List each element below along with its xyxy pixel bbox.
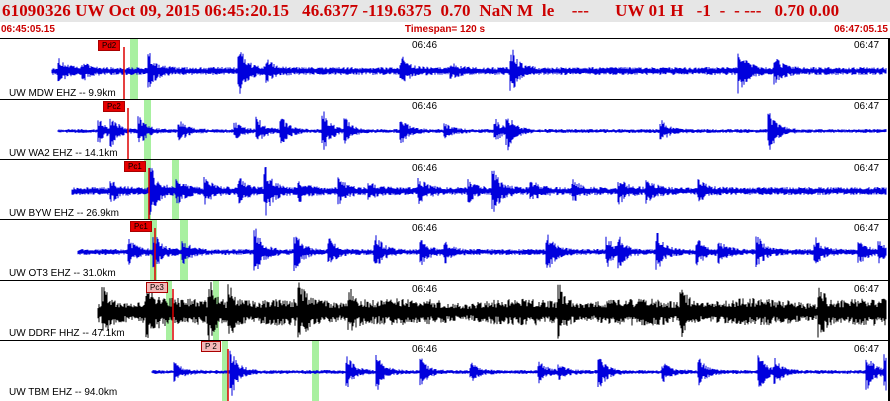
pick-flag-byw[interactable]: Pc1 [124, 161, 146, 172]
timespan: Timespan= 120 s [404, 24, 486, 35]
trace-panel-wa2[interactable]: Pc2 06:46 06:47 UW WA2 EHZ -- 14.1km [0, 99, 890, 160]
trace-panel-tbm[interactable]: P 2 06:46 06:47 UW TBM EHZ -- 94.0km [0, 340, 890, 401]
station-label-byw: UW BYW EHZ -- 26.9km [9, 208, 120, 219]
time-mark-mid: 06:46 [412, 344, 438, 355]
seismogram-ddrf [97, 281, 887, 341]
waveform [57, 111, 887, 151]
station-label-ddrf: UW DDRF HHZ -- 47.1km [9, 328, 125, 339]
trace-panel-byw[interactable]: Pc1 06:46 06:47 UW BYW EHZ -- 26.9km [0, 159, 890, 220]
seismogram-mdw [51, 39, 887, 100]
time-mark-mid: 06:46 [412, 101, 438, 112]
pick-flag-tbm[interactable]: P 2 [201, 341, 221, 352]
waveform [51, 49, 887, 94]
time-mark-end: 06:47 [854, 40, 880, 51]
station-label-ot3: UW OT3 EHZ -- 31.0km [9, 268, 116, 279]
time-mark-mid: 06:46 [412, 223, 438, 234]
station-label-mdw: UW MDW EHZ -- 9.9km [9, 88, 116, 99]
trace-panel-ot3[interactable]: Pc1 06:46 06:47 UW OT3 EHZ -- 31.0km [0, 219, 890, 281]
station-label-tbm: UW TBM EHZ -- 94.0km [9, 387, 118, 398]
end-time: 06:47:05.15 [834, 24, 888, 35]
time-mark-end: 06:47 [854, 101, 880, 112]
waveform [77, 228, 887, 271]
waveform [151, 350, 887, 396]
waveform [71, 167, 887, 216]
trace-panel-ddrf[interactable]: Pc3 06:46 06:47 UW DDRF HHZ -- 47.1km [0, 280, 890, 341]
time-mark-end: 06:47 [854, 223, 880, 234]
pick-flag-ot3[interactable]: Pc1 [130, 221, 152, 232]
station-label-wa2: UW WA2 EHZ -- 14.1km [9, 148, 118, 159]
event-header: 61090326 UW Oct 09, 2015 06:45:20.15 46.… [0, 0, 890, 22]
time-mark-mid: 06:46 [412, 163, 438, 174]
seismogram-tbm [151, 341, 887, 401]
pick-flag-mdw[interactable]: Pd2 [98, 40, 121, 51]
event-summary: 61090326 UW Oct 09, 2015 06:45:20.15 46.… [2, 1, 840, 20]
time-mark-end: 06:47 [854, 284, 880, 295]
trace-panel-mdw[interactable]: Pd2 06:46 06:47 UW MDW EHZ -- 9.9km [0, 38, 890, 100]
seismogram-wa2 [57, 100, 887, 160]
time-mark-mid: 06:46 [412, 40, 438, 51]
time-mark-end: 06:47 [854, 344, 880, 355]
pick-flag-wa2[interactable]: Pc2 [103, 101, 125, 112]
pick-flag-ddrf[interactable]: Pc3 [146, 282, 168, 293]
time-mark-end: 06:47 [854, 163, 880, 174]
time-mark-mid: 06:46 [412, 284, 438, 295]
